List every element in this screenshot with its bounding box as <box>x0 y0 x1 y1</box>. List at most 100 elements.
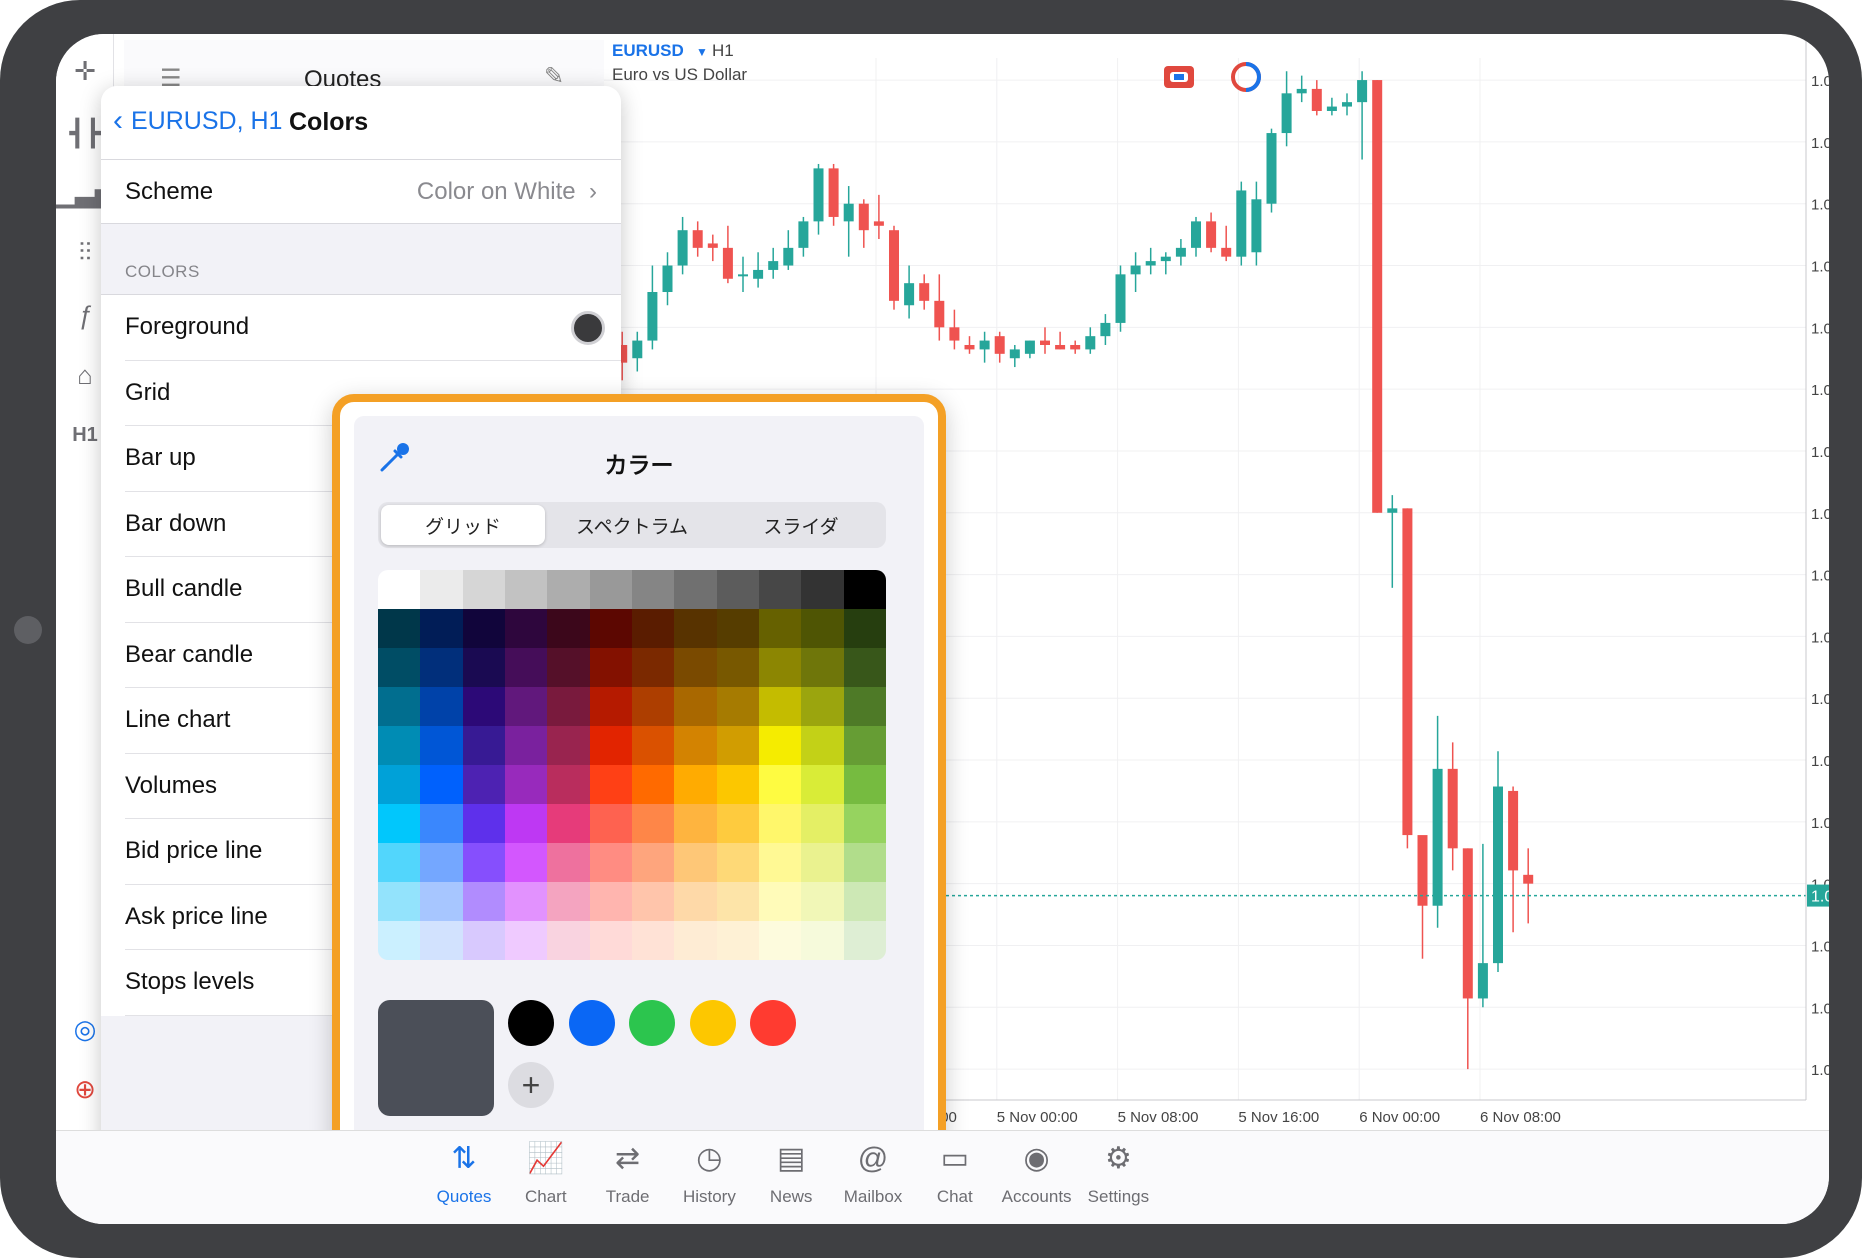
color-cell[interactable] <box>547 765 590 804</box>
one-click-trading-icon[interactable] <box>1164 66 1194 88</box>
color-cell[interactable] <box>547 921 590 960</box>
color-cell[interactable] <box>378 648 421 687</box>
color-cell[interactable] <box>589 609 632 648</box>
preset-color-swatch[interactable] <box>568 1000 615 1046</box>
color-cell[interactable] <box>420 804 463 843</box>
color-cell[interactable] <box>758 921 802 960</box>
color-cell[interactable] <box>843 687 886 726</box>
color-cell[interactable] <box>504 882 548 921</box>
preset-color-swatch[interactable] <box>689 1000 736 1046</box>
color-cell[interactable] <box>843 609 886 648</box>
color-cell[interactable] <box>462 843 505 882</box>
color-cell[interactable] <box>378 843 421 882</box>
color-swatch[interactable] <box>571 311 605 345</box>
color-cell[interactable] <box>378 726 421 765</box>
color-cell[interactable] <box>378 570 421 609</box>
back-button[interactable]: ‹ EURUSD, H1 <box>113 104 282 138</box>
color-cell[interactable] <box>589 570 632 609</box>
color-cell[interactable] <box>843 648 886 687</box>
color-cell[interactable] <box>589 765 632 804</box>
tab-chart[interactable]: 📈 Chart <box>501 1139 591 1207</box>
color-cell[interactable] <box>462 648 505 687</box>
tab-sliders[interactable]: スライダ <box>719 505 883 545</box>
color-cell[interactable] <box>631 843 675 882</box>
color-cell[interactable] <box>843 804 886 843</box>
color-cell[interactable] <box>504 687 548 726</box>
color-cell[interactable] <box>547 687 590 726</box>
color-cell[interactable] <box>504 726 548 765</box>
color-cell[interactable] <box>716 804 759 843</box>
color-cell[interactable] <box>631 921 675 960</box>
color-cell[interactable] <box>801 921 844 960</box>
color-cell[interactable] <box>462 570 505 609</box>
color-cell[interactable] <box>589 687 632 726</box>
color-cell[interactable] <box>758 726 802 765</box>
color-cell[interactable] <box>547 648 590 687</box>
color-cell[interactable] <box>462 921 505 960</box>
color-cell[interactable] <box>716 921 759 960</box>
color-cell[interactable] <box>674 921 717 960</box>
color-cell[interactable] <box>758 765 802 804</box>
tab-settings[interactable]: ⚙ Settings <box>1073 1139 1163 1207</box>
color-cell[interactable] <box>674 843 717 882</box>
color-cell[interactable] <box>504 843 548 882</box>
color-cell[interactable] <box>801 609 844 648</box>
color-cell[interactable] <box>631 726 675 765</box>
color-cell[interactable] <box>420 843 463 882</box>
color-cell[interactable] <box>504 921 548 960</box>
color-cell[interactable] <box>674 882 717 921</box>
color-cell[interactable] <box>758 882 802 921</box>
color-cell[interactable] <box>674 804 717 843</box>
home-button[interactable] <box>14 616 42 644</box>
color-cell[interactable] <box>674 687 717 726</box>
market-clock-icon[interactable] <box>1231 62 1261 92</box>
color-cell[interactable] <box>716 843 759 882</box>
color-cell[interactable] <box>843 765 886 804</box>
color-cell[interactable] <box>674 765 717 804</box>
color-cell[interactable] <box>462 882 505 921</box>
tab-mailbox[interactable]: @ Mailbox <box>828 1139 918 1207</box>
tab-accounts[interactable]: ◉ Accounts <box>992 1139 1082 1207</box>
color-cell[interactable] <box>843 726 886 765</box>
color-cell[interactable] <box>504 648 548 687</box>
color-cell[interactable] <box>547 570 590 609</box>
preset-color-swatch[interactable] <box>508 1000 554 1046</box>
color-cell[interactable] <box>378 921 421 960</box>
color-cell[interactable] <box>674 726 717 765</box>
color-cell[interactable] <box>378 609 421 648</box>
color-cell[interactable] <box>801 570 844 609</box>
color-cell[interactable] <box>504 765 548 804</box>
color-cell[interactable] <box>674 609 717 648</box>
color-cell[interactable] <box>504 609 548 648</box>
color-cell[interactable] <box>716 570 759 609</box>
color-cell[interactable] <box>378 765 421 804</box>
color-cell[interactable] <box>758 609 802 648</box>
color-cell[interactable] <box>801 843 844 882</box>
color-cell[interactable] <box>378 882 421 921</box>
color-cell[interactable] <box>674 648 717 687</box>
tab-history[interactable]: ◷ History <box>664 1139 754 1207</box>
color-cell[interactable] <box>420 726 463 765</box>
color-cell[interactable] <box>420 648 463 687</box>
color-cell[interactable] <box>378 687 421 726</box>
color-cell[interactable] <box>589 804 632 843</box>
color-cell[interactable] <box>547 609 590 648</box>
color-cell[interactable] <box>420 609 463 648</box>
color-cell[interactable] <box>462 765 505 804</box>
color-cell[interactable] <box>631 648 675 687</box>
color-cell[interactable] <box>716 882 759 921</box>
color-cell[interactable] <box>801 804 844 843</box>
color-cell[interactable] <box>504 570 548 609</box>
color-cell[interactable] <box>547 804 590 843</box>
color-cell[interactable] <box>547 882 590 921</box>
color-cell[interactable] <box>716 726 759 765</box>
color-cell[interactable] <box>758 843 802 882</box>
color-cell[interactable] <box>716 765 759 804</box>
color-cell[interactable] <box>378 804 421 843</box>
color-cell[interactable] <box>801 648 844 687</box>
color-cell[interactable] <box>758 648 802 687</box>
color-cell[interactable] <box>589 882 632 921</box>
color-cell[interactable] <box>843 882 886 921</box>
color-cell[interactable] <box>589 726 632 765</box>
color-cell[interactable] <box>462 804 505 843</box>
